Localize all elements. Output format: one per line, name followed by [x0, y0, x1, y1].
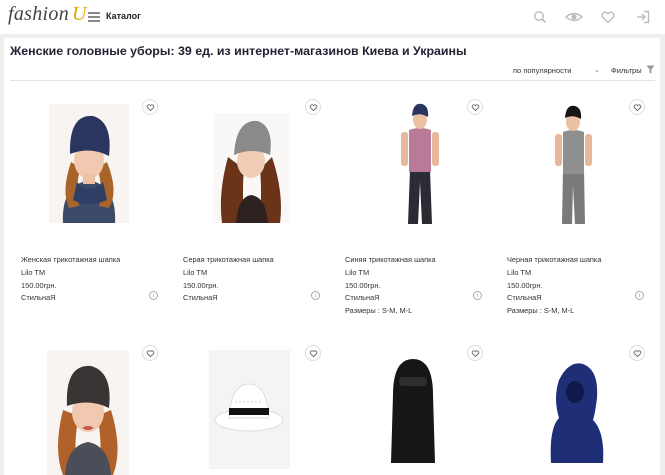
heart-icon — [309, 349, 317, 357]
wishlist-button[interactable] — [305, 99, 321, 115]
product-shop[interactable]: СтильнаЯ — [21, 292, 120, 305]
product-sizes: Размеры : S-M, M-L — [345, 306, 413, 316]
filter-icon[interactable] — [646, 65, 655, 74]
wishlist-button[interactable] — [629, 345, 645, 361]
product-shop[interactable]: СтильнаЯ — [345, 292, 436, 305]
product-shop[interactable]: СтильнаЯ — [507, 292, 601, 305]
product-name[interactable]: Серая трикотажная шапка — [183, 254, 274, 267]
heart-icon — [146, 103, 154, 111]
heart-icon — [471, 349, 479, 357]
product-price: 150.00грн. — [21, 280, 57, 290]
heart-icon[interactable] — [600, 9, 616, 25]
product-sizes: Размеры : S-M, M-L — [507, 306, 575, 316]
menu-icon[interactable] — [88, 12, 100, 22]
top-bar: fashion U Каталог — [0, 0, 665, 34]
product-shop[interactable]: СтильнаЯ — [183, 292, 274, 305]
info-icon[interactable]: i — [149, 291, 158, 300]
product-card-info: Синяя трикотажная шапка Lilo TM 150.00гр… — [345, 254, 436, 318]
login-icon[interactable] — [635, 9, 651, 25]
heart-icon — [146, 349, 154, 357]
page-title: Женские головные уборы: 39 ед. из интерн… — [10, 44, 467, 58]
wishlist-button[interactable] — [629, 99, 645, 115]
heart-icon — [309, 103, 317, 111]
site-logo[interactable]: fashion U — [8, 3, 87, 26]
product-price: 150.00грн. — [345, 280, 381, 290]
heart-icon — [633, 103, 641, 111]
product-image[interactable] — [551, 104, 596, 224]
search-icon[interactable] — [532, 9, 548, 25]
eye-icon[interactable] — [565, 9, 583, 25]
divider — [10, 80, 655, 81]
info-icon[interactable]: i — [311, 291, 320, 300]
product-image[interactable] — [214, 113, 289, 223]
product-card-info: Черная трикотажная шапка Lilo TM 150.00г… — [507, 254, 601, 318]
product-image[interactable] — [209, 350, 290, 469]
product-name[interactable]: Женская трикотажная шапка — [21, 254, 120, 267]
sort-select[interactable]: по популярности — [513, 66, 572, 75]
product-price: 150.00грн. — [183, 280, 219, 290]
product-brand: Lilo TM — [507, 267, 532, 277]
heart-icon — [633, 349, 641, 357]
product-card-info: Женская трикотажная шапка Lilo TM 150.00… — [21, 254, 120, 305]
product-card-info: Серая трикотажная шапка Lilo TM 150.00гр… — [183, 254, 274, 305]
product-image[interactable] — [47, 350, 129, 475]
wishlist-button[interactable] — [467, 345, 483, 361]
wishlist-button[interactable] — [305, 345, 321, 361]
wishlist-button[interactable] — [142, 99, 158, 115]
info-icon[interactable]: i — [635, 291, 644, 300]
wishlist-button[interactable] — [467, 99, 483, 115]
product-name[interactable]: Синяя трикотажная шапка — [345, 254, 436, 267]
product-image[interactable] — [383, 355, 443, 463]
heart-icon — [471, 103, 479, 111]
filters-button[interactable]: Фильтры — [611, 66, 642, 75]
product-brand: Lilo TM — [345, 267, 370, 277]
product-brand: Lilo TM — [183, 267, 208, 277]
product-brand: Lilo TM — [21, 267, 46, 277]
wishlist-button[interactable] — [142, 345, 158, 361]
product-image[interactable] — [49, 104, 129, 223]
product-image[interactable] — [395, 102, 445, 224]
catalog-link[interactable]: Каталог — [106, 11, 141, 21]
product-image[interactable] — [545, 358, 607, 463]
product-price: 150.00грн. — [507, 280, 543, 290]
info-icon[interactable]: i — [473, 291, 482, 300]
chevron-down-icon[interactable]: ⌄ — [594, 66, 600, 74]
product-name[interactable]: Черная трикотажная шапка — [507, 254, 601, 267]
